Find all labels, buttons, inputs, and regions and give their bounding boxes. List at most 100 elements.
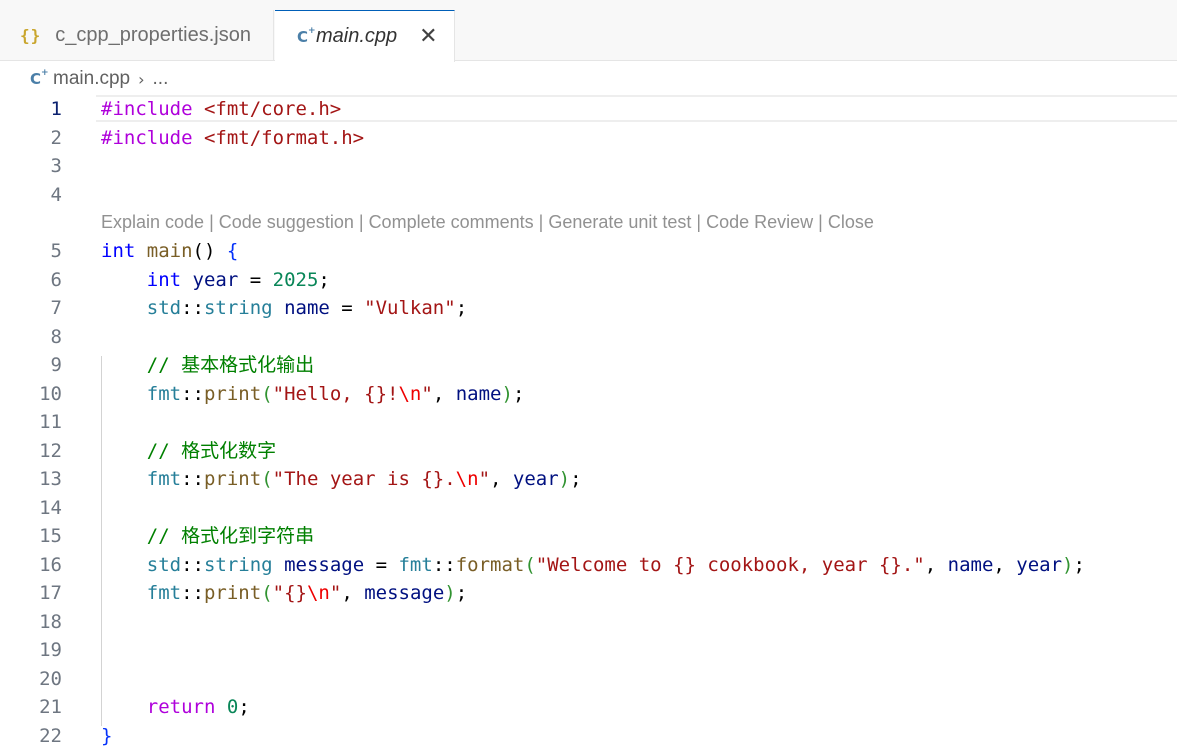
line-number: 15 [39,525,62,547]
code-token: "Vulkan" [364,297,456,319]
code-token: } [101,724,113,747]
code-token: ; [455,582,468,604]
line-number: 22 [39,724,62,747]
tab-main-cpp[interactable]: C + main.cpp ✕ [275,10,455,62]
close-icon[interactable]: ✕ [419,24,437,49]
code-token: " [478,468,491,490]
code-line: 20 [0,665,1177,693]
code-token: ) [558,468,571,490]
code-editor[interactable]: Explain code | Code suggestion | Complet… [0,95,1177,752]
line-code: fmt::print("Hello, {}!\n", name); [101,380,525,408]
code-token: fmt [146,382,182,405]
code-token: = [329,297,365,319]
codelens-action[interactable]: Code Review [706,212,813,232]
code-token: std [146,297,182,319]
code-token: message [284,553,365,576]
codelens-separator: | [813,212,828,232]
code-token: ; [512,382,525,405]
code-line: 12 // 格式化数字 [0,437,1177,465]
line-number: 17 [39,582,62,604]
breadcrumb-file[interactable]: main.cpp [53,68,130,90]
line-number: 9 [50,354,62,376]
code-token: , [432,382,456,405]
line-number: 19 [39,639,62,661]
code-token: , [924,553,948,576]
code-token: return [146,696,216,718]
code-line: 2 #include <fmt/format.h> [0,124,1177,152]
code-token: message [364,582,445,604]
code-line: 9 // 基本格式化输出 [0,351,1177,379]
code-token: year [192,268,239,291]
codelens-separator: | [533,212,549,232]
code-token: std [146,553,182,576]
code-token: 0 [226,696,239,718]
code-line: 18 [0,608,1177,636]
editor-tab-bar: {} c_cpp_properties.json C + main.cpp ✕ [0,10,1177,62]
line-number: 14 [39,496,62,519]
code-token: " [421,382,433,405]
code-token: ; [238,696,250,718]
codelens-action[interactable]: Explain code [101,212,204,232]
code-line: 3 [0,152,1177,180]
codelens-separator: | [691,212,707,232]
code-token: ; [318,268,330,291]
codelens-action[interactable]: Complete comments [369,212,534,232]
code-token: :: [181,468,204,490]
code-token: , [490,468,513,490]
code-line: 11 [0,408,1177,436]
codelens-separator: | [204,212,219,232]
code-token: string [203,553,273,576]
line-number: 2 [50,126,62,149]
code-token: <fmt/format.h> [203,126,365,149]
code-token: name [284,297,330,319]
line-code: int main() { [101,237,238,265]
code-token: // 基本格式化输出 [146,354,315,376]
tab-c-cpp-properties-json[interactable]: {} c_cpp_properties.json [0,10,274,61]
line-code: fmt::print("The year is {}.\n", year); [101,465,582,493]
code-token: string [203,297,273,319]
code-token: = [364,553,399,576]
line-number: 8 [50,325,62,348]
breadcrumb-more[interactable]: ... [153,68,169,90]
code-token: year [512,468,559,490]
code-token: :: [181,297,204,319]
codelens-separator: | [353,212,369,232]
code-token: "Hello, {}! [272,382,399,405]
code-line: 13 fmt::print("The year is {}.\n", year)… [0,465,1177,493]
code-token: " [329,582,342,604]
codelens-action[interactable]: Generate unit test [548,212,691,232]
code-token: ; [570,468,582,490]
line-number: 6 [50,268,62,291]
json-braces-icon: {} [20,26,42,45]
code-token: "The year is {}. [272,468,456,490]
code-token: name [455,382,502,405]
code-token: ; [1073,553,1085,576]
line-code: // 基本格式化输出 [101,351,314,379]
codelens-action[interactable]: Close [828,212,874,232]
code-token: year [1016,553,1063,576]
line-number: 3 [50,155,62,177]
code-token: "{} [272,582,307,604]
code-token: fmt [146,582,182,604]
code-line: 6 int year = 2025; [0,266,1177,294]
codelens-action[interactable]: Code suggestion [219,212,354,232]
code-token: 2025 [272,268,319,291]
cpp-file-icon: C + [297,25,316,46]
code-token: ; [455,297,468,319]
codelens-actions: Explain code | Code suggestion | Complet… [101,208,874,236]
line-number: 10 [39,382,62,405]
code-token: main [146,240,193,262]
code-token: print [203,582,262,604]
code-line: 17 fmt::print("{}\n", message); [0,579,1177,607]
code-token: :: [181,553,204,576]
code-token: \n [455,468,479,490]
tab-label: main.cpp [316,25,398,47]
